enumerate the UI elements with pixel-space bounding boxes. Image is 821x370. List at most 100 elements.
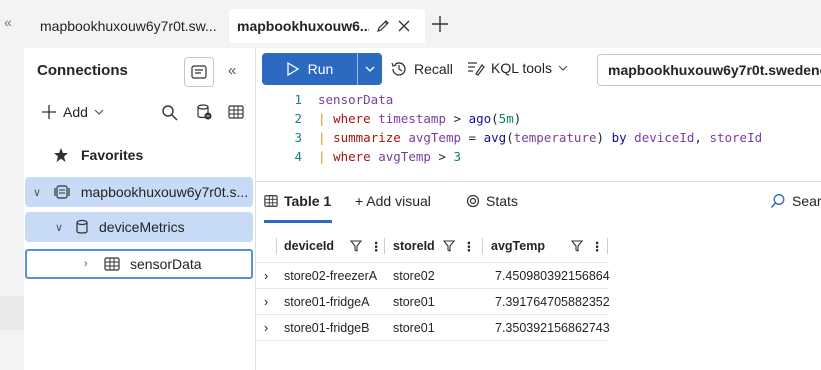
- table-icon[interactable]: [228, 104, 244, 120]
- side-rail-item[interactable]: [0, 296, 24, 330]
- column-header-storeId[interactable]: storeId ⋮: [393, 232, 475, 260]
- results-search[interactable]: Sear: [770, 193, 821, 209]
- history-icon: [391, 62, 406, 76]
- add-database-icon[interactable]: [195, 103, 213, 121]
- kql-tools-label: KQL tools: [491, 60, 552, 76]
- tree-item-label: mapbookhuxouw6y7r0t.s...: [80, 184, 249, 200]
- expand-row-chevron-icon[interactable]: ›: [264, 263, 268, 289]
- code-line-3[interactable]: | summarize avgTemp = avg(temperature) b…: [318, 130, 762, 145]
- column-divider: [607, 238, 608, 254]
- filter-icon[interactable]: [350, 240, 363, 252]
- column-header-avgTemp[interactable]: avgTemp ⋮: [491, 232, 603, 260]
- tab-label: mapbookhuxouw6...: [237, 18, 369, 34]
- tab-query-2-active[interactable]: mapbookhuxouw6...: [229, 9, 425, 43]
- tree-item-label: deviceMetrics: [99, 219, 185, 235]
- recall-button[interactable]: Recall: [390, 60, 453, 78]
- cluster-icon: [53, 184, 71, 200]
- plus-icon: [42, 105, 56, 119]
- table-cell[interactable]: store02-freezerA: [284, 263, 377, 289]
- column-divider: [276, 238, 277, 254]
- table-icon: [104, 256, 120, 272]
- table-cell[interactable]: store01-fridgeB: [284, 315, 369, 341]
- close-icon[interactable]: [397, 19, 411, 33]
- chevron-down-icon: [94, 109, 104, 115]
- table-cell[interactable]: 7.450980392156864: [495, 263, 610, 289]
- run-main[interactable]: Run: [262, 53, 358, 85]
- tab-label: Table 1: [284, 193, 332, 209]
- run-button[interactable]: Run: [262, 53, 382, 85]
- list-view-icon: [191, 65, 207, 79]
- more-options-icon[interactable]: ⋮: [370, 239, 383, 254]
- chevron-right-icon[interactable]: ›: [84, 258, 98, 270]
- tab-stats[interactable]: Stats: [466, 193, 518, 209]
- run-label: Run: [307, 61, 334, 77]
- favorites-item[interactable]: Favorites: [53, 147, 143, 163]
- more-options-icon[interactable]: ⋮: [463, 239, 476, 254]
- tab-label: + Add visual: [355, 193, 431, 209]
- star-icon: [54, 148, 68, 162]
- tab-label: Stats: [486, 193, 518, 209]
- search-icon[interactable]: [161, 104, 178, 121]
- search-icon: [770, 194, 785, 208]
- active-tab-indicator: [264, 220, 332, 223]
- column-header-deviceId[interactable]: deviceId ⋮: [284, 232, 383, 260]
- filter-icon[interactable]: [570, 240, 583, 252]
- cluster-selector-label: mapbookhuxouw6y7r0t.swedence: [608, 62, 821, 78]
- column-divider: [384, 238, 385, 254]
- chevron-down-icon[interactable]: ∨: [33, 186, 47, 199]
- code-line-2[interactable]: | where timestamp > ago(5m): [318, 111, 521, 126]
- connections-panel: [0, 48, 256, 370]
- tree-item-table[interactable]: › sensorData: [25, 249, 253, 279]
- results-search-label: Sear: [792, 193, 821, 209]
- run-dropdown-chevron-icon[interactable]: [358, 65, 382, 73]
- table-cell[interactable]: store01: [393, 289, 435, 315]
- table-cell[interactable]: 7.391764705882352: [495, 289, 610, 315]
- kql-tools-menu[interactable]: KQL tools: [467, 60, 568, 76]
- table-cell[interactable]: 7.350392156862743: [495, 315, 610, 341]
- tab-query-1[interactable]: mapbookhuxouw6y7r0t.sw...: [30, 9, 226, 43]
- tree-item-database[interactable]: ∨ deviceMetrics: [25, 212, 253, 242]
- expand-row-chevron-icon[interactable]: ›: [264, 289, 268, 315]
- filter-icon[interactable]: [442, 240, 455, 252]
- play-icon: [287, 61, 299, 77]
- tab-add-visual[interactable]: + Add visual: [355, 193, 431, 209]
- column-divider: [482, 238, 483, 254]
- results-tab-bar: [256, 181, 821, 222]
- code-line-4[interactable]: | where avgTemp > 3: [318, 149, 461, 164]
- cluster-selector[interactable]: mapbookhuxouw6y7r0t.swedence: [597, 54, 821, 86]
- tree-item-cluster[interactable]: ∨ mapbookhuxouw6y7r0t.s...: [25, 177, 253, 207]
- expand-row-chevron-icon[interactable]: ›: [264, 315, 268, 341]
- table-cell[interactable]: store02: [393, 263, 435, 289]
- connections-options-button[interactable]: [184, 57, 214, 87]
- add-tab-icon[interactable]: [430, 14, 450, 34]
- collapse-panel-icon[interactable]: «: [228, 62, 236, 79]
- connections-title: Connections: [37, 62, 128, 79]
- database-icon: [75, 219, 89, 235]
- line-number: 3: [294, 130, 302, 145]
- tree-item-label: sensorData: [130, 256, 202, 272]
- more-options-icon[interactable]: ⋮: [591, 239, 604, 254]
- pencil-icon[interactable]: [375, 18, 391, 34]
- table-cell[interactable]: store01-fridgeA: [284, 289, 369, 315]
- chevron-down-icon: [558, 65, 568, 71]
- double-chevron-left-icon[interactable]: «: [4, 14, 12, 30]
- tab-table-1[interactable]: Table 1: [264, 193, 331, 209]
- column-header-label: storeId: [393, 239, 435, 253]
- table-cell[interactable]: store01: [393, 315, 435, 341]
- add-connection-button[interactable]: Add: [41, 104, 104, 120]
- tools-icon: [468, 62, 485, 76]
- line-number: 2: [294, 111, 302, 126]
- table-icon: [264, 195, 278, 207]
- add-label: Add: [63, 104, 88, 120]
- tab-label: mapbookhuxouw6y7r0t.sw...: [40, 18, 217, 34]
- line-number: 1: [294, 92, 302, 107]
- column-header-label: avgTemp: [491, 239, 545, 253]
- column-header-label: deviceId: [284, 239, 335, 253]
- chevron-down-icon[interactable]: ∨: [55, 221, 69, 234]
- code-line-1[interactable]: sensorData: [318, 92, 393, 107]
- recall-label: Recall: [414, 61, 453, 77]
- favorites-label: Favorites: [81, 147, 144, 163]
- stats-icon: [466, 194, 480, 208]
- query-editor[interactable]: 1 2 3 4 sensorData | where timestamp > a…: [256, 90, 821, 178]
- line-number: 4: [294, 149, 302, 164]
